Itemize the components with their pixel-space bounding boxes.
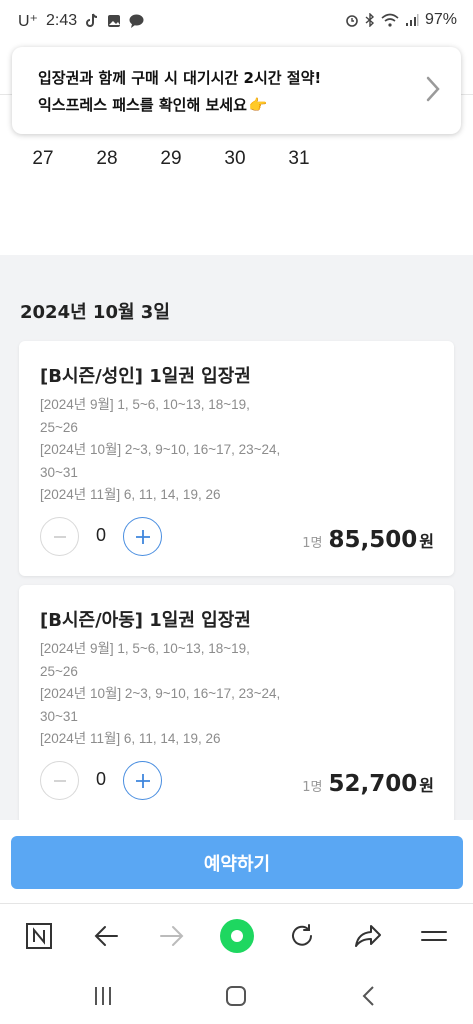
schedule-line: 25~26 xyxy=(40,663,78,679)
refresh-button[interactable] xyxy=(284,918,320,954)
banner-line2: 익스프레스 패스를 확인해 보세요 👉 xyxy=(38,94,268,115)
quantity-minus-button[interactable] xyxy=(40,517,79,556)
calendar-day[interactable]: 31 xyxy=(279,148,319,170)
battery-level: 97% xyxy=(424,11,457,28)
system-back-button[interactable] xyxy=(354,982,384,1010)
price-amount: 85,500 xyxy=(328,527,418,553)
schedule-line: [2024년 9월] 1, 5~6, 10~13, 18~19, xyxy=(40,641,250,656)
calendar-day[interactable]: 27 xyxy=(23,148,63,170)
price-currency: 원 xyxy=(419,532,434,551)
ticket-price: 1명 85,500 원 xyxy=(302,527,434,553)
schedule-line: [2024년 10월] 2~3, 9~10, 16~17, 23~24, xyxy=(40,442,281,457)
price-currency: 원 xyxy=(419,776,434,795)
price-unit: 1명 xyxy=(302,536,323,551)
wifi-icon xyxy=(381,13,399,27)
forward-button[interactable] xyxy=(154,918,190,954)
system-back-icon xyxy=(362,986,374,1006)
calendar-day[interactable]: 29 xyxy=(151,148,191,170)
calendar-day[interactable]: 30 xyxy=(215,148,255,170)
tiktok-icon xyxy=(86,13,98,27)
green-dot-button[interactable] xyxy=(219,918,255,954)
plus-icon xyxy=(135,773,150,788)
menu-button[interactable] xyxy=(416,918,452,954)
banner-line2-text: 익스프레스 패스를 확인해 보세요 xyxy=(38,96,247,114)
recent-apps-icon xyxy=(95,987,111,1005)
status-right: 97% xyxy=(345,11,457,29)
bluetooth-icon xyxy=(365,13,374,27)
clock: 2:43 xyxy=(46,12,78,29)
schedule-line: 25~26 xyxy=(40,419,78,435)
calendar-day[interactable]: 28 xyxy=(87,148,127,170)
ticket-price: 1명 52,700 원 xyxy=(302,771,434,797)
green-dot-icon xyxy=(220,919,254,953)
ticket-schedule: [2024년 9월] 1, 5~6, 10~13, 18~19, 25~26 [… xyxy=(40,394,310,507)
pointing-hand-emoji: 👉 xyxy=(248,96,268,114)
home-button[interactable] xyxy=(221,982,251,1010)
price-amount: 52,700 xyxy=(328,771,418,797)
alarm-icon xyxy=(346,15,358,27)
forward-icon xyxy=(160,926,184,946)
reserve-button[interactable]: 예약하기 xyxy=(11,836,463,889)
carrier-label: U⁺ xyxy=(18,13,38,30)
refresh-icon xyxy=(292,924,312,946)
ticket-name: [B시즌/아동] 1일권 입장권 xyxy=(40,610,251,631)
schedule-line: [2024년 10월] 2~3, 9~10, 16~17, 23~24, xyxy=(40,686,281,701)
naver-home-button[interactable] xyxy=(21,918,57,954)
menu-icon xyxy=(421,931,447,941)
schedule-line: [2024년 11월] 6, 11, 14, 19, 26 xyxy=(40,731,221,746)
minus-icon xyxy=(53,535,66,538)
plus-icon xyxy=(135,529,150,544)
price-unit: 1명 xyxy=(302,780,323,795)
express-pass-banner[interactable]: 입장권과 함께 구매 시 대기시간 2시간 절약! 익스프레스 패스를 확인해 … xyxy=(12,47,461,134)
quantity-minus-button[interactable] xyxy=(40,761,79,800)
schedule-line: [2024년 9월] 1, 5~6, 10~13, 18~19, xyxy=(40,397,250,412)
back-button[interactable] xyxy=(88,918,124,954)
home-icon xyxy=(226,986,246,1006)
schedule-line: 30~31 xyxy=(40,464,78,480)
minus-icon xyxy=(53,779,66,782)
quantity-plus-button[interactable] xyxy=(123,517,162,556)
status-bar: U⁺ 2:43 97% xyxy=(0,0,473,42)
quantity-value: 0 xyxy=(95,769,106,789)
share-button[interactable] xyxy=(350,918,386,954)
banner-line1: 입장권과 함께 구매 시 대기시간 2시간 절약! xyxy=(38,69,322,87)
quantity-plus-button[interactable] xyxy=(123,761,162,800)
ticket-name: [B시즌/성인] 1일권 입장권 xyxy=(40,366,251,387)
ticket-card-adult: [B시즌/성인] 1일권 입장권 [2024년 9월] 1, 5~6, 10~1… xyxy=(19,341,454,576)
system-nav-bar xyxy=(0,968,473,1024)
recent-apps-button[interactable] xyxy=(88,982,118,1010)
ticket-schedule: [2024년 9월] 1, 5~6, 10~13, 18~19, 25~26 [… xyxy=(40,638,310,751)
selected-date-title: 2024년 10월 3일 xyxy=(20,302,170,323)
schedule-line: 30~31 xyxy=(40,708,78,724)
back-icon xyxy=(94,926,118,946)
gallery-icon xyxy=(108,15,121,27)
signal-icon xyxy=(405,14,419,26)
browser-toolbar xyxy=(0,903,473,968)
naver-home-icon xyxy=(26,923,52,949)
chat-icon xyxy=(129,14,144,28)
schedule-line: [2024년 11월] 6, 11, 14, 19, 26 xyxy=(40,487,221,502)
ticket-card-child: [B시즌/아동] 1일권 입장권 [2024년 9월] 1, 5~6, 10~1… xyxy=(19,585,454,825)
share-icon xyxy=(355,925,381,947)
status-left: U⁺ 2:43 xyxy=(18,11,144,31)
quantity-value: 0 xyxy=(95,525,106,545)
chevron-right-icon xyxy=(426,76,440,102)
